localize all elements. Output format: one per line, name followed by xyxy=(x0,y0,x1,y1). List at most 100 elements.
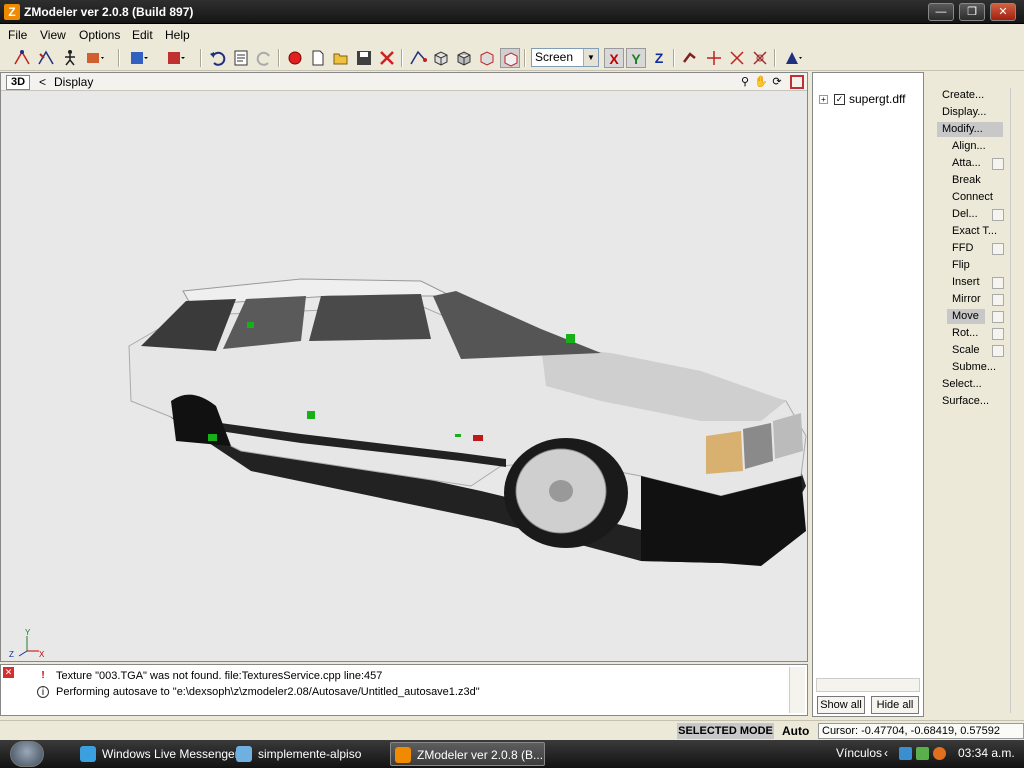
box-object-icon[interactable] xyxy=(454,48,474,68)
tray-expand-icon[interactable]: ‹ xyxy=(884,746,888,760)
log-scrollbar[interactable] xyxy=(789,667,805,713)
show-all-button[interactable]: Show all xyxy=(817,696,865,714)
lock-selection-icon[interactable] xyxy=(680,48,700,68)
cmd-scale[interactable]: Scale xyxy=(952,343,980,358)
insert-options-button[interactable] xyxy=(992,277,1004,289)
firefox-icon[interactable] xyxy=(933,747,946,760)
cmd-align[interactable]: Align... xyxy=(952,139,986,154)
visibility-checkbox[interactable]: ✓ xyxy=(834,94,845,106)
box-active-icon[interactable] xyxy=(500,48,520,68)
scale-options-button[interactable] xyxy=(992,345,1004,357)
hide-all-button[interactable]: Hide all xyxy=(871,696,919,714)
clock: 03:34 a.m. xyxy=(958,746,1015,760)
select-mode-dropdown-icon[interactable] xyxy=(84,48,104,68)
zoom-icon[interactable]: ⚲ xyxy=(738,75,752,89)
axis-z-toggle[interactable]: Z xyxy=(649,48,669,68)
gizmo-y-label: Y xyxy=(25,628,31,637)
cmd-select[interactable]: Select... xyxy=(942,377,982,392)
import-icon[interactable] xyxy=(128,48,148,68)
status-bar: SELECTED MODE Auto Cursor: -0.47704, -0.… xyxy=(0,720,1024,740)
new-file-icon[interactable] xyxy=(308,48,328,68)
viewport-mode-button[interactable]: 3D xyxy=(6,75,30,90)
export-icon[interactable] xyxy=(165,48,185,68)
coordinate-system-select[interactable]: Screen ▼ xyxy=(531,48,599,67)
cmd-surface[interactable]: Surface... xyxy=(942,394,989,409)
taskbar-zmodeler[interactable]: ZModeler ver 2.0.8 (B... xyxy=(390,742,545,766)
undo-icon[interactable] xyxy=(208,48,228,68)
box-group-icon[interactable] xyxy=(477,48,497,68)
create-vertex-icon[interactable] xyxy=(408,48,428,68)
save-file-icon[interactable] xyxy=(354,48,374,68)
tray-links-toolbar[interactable]: Vínculos xyxy=(836,746,882,760)
viewport-header: 3D < Display ⚲ ✋ ⟳ xyxy=(1,73,807,91)
scene-tree-item[interactable]: + ✓ supergt.dff xyxy=(819,92,905,106)
move-options-button[interactable] xyxy=(992,311,1004,323)
material-dropdown-icon[interactable] xyxy=(782,48,802,68)
move-gizmo-icon[interactable] xyxy=(704,48,724,68)
menu-view[interactable]: View xyxy=(40,28,66,42)
select-figure-icon[interactable] xyxy=(60,48,80,68)
menu-edit[interactable]: Edit xyxy=(132,28,153,42)
window-title: ZModeler ver 2.0.8 (Build 897) xyxy=(24,5,194,19)
scene-scrollbar[interactable] xyxy=(816,678,920,692)
ffd-options-button[interactable] xyxy=(992,243,1004,255)
cmd-ffd[interactable]: FFD xyxy=(952,241,973,256)
rotate-view-icon[interactable]: ⟳ xyxy=(770,75,784,89)
cmd-delete[interactable]: Del... xyxy=(952,207,978,222)
cmd-break[interactable]: Break xyxy=(952,173,981,188)
open-file-icon[interactable] xyxy=(331,48,351,68)
network-icon[interactable] xyxy=(899,747,912,760)
maximize-button[interactable]: ❐ xyxy=(959,3,985,21)
cmd-move[interactable]: Move xyxy=(947,309,985,324)
delete-icon[interactable] xyxy=(377,48,397,68)
delete-options-button[interactable] xyxy=(992,209,1004,221)
minimize-button[interactable]: — xyxy=(928,3,954,21)
record-icon[interactable] xyxy=(285,48,305,68)
menu-file[interactable]: File xyxy=(8,28,27,42)
cmd-mirror[interactable]: Mirror xyxy=(952,292,981,307)
axis-y-toggle[interactable]: Y xyxy=(626,48,646,68)
expand-icon[interactable]: + xyxy=(819,95,828,105)
cmd-exact-transform[interactable]: Exact T... xyxy=(952,224,997,239)
viewport-back-button[interactable]: < xyxy=(39,75,46,89)
commands-scrollbar[interactable] xyxy=(1010,88,1022,713)
cmd-insert[interactable]: Insert xyxy=(952,275,980,290)
rotate-options-button[interactable] xyxy=(992,328,1004,340)
cmd-rotate[interactable]: Rot... xyxy=(952,326,978,341)
cmd-connect[interactable]: Connect xyxy=(952,190,993,205)
axis-x-toggle[interactable]: X xyxy=(604,48,624,68)
menu-options[interactable]: Options xyxy=(79,28,120,42)
cmd-submesh[interactable]: Subme... xyxy=(952,360,996,375)
mirror-options-button[interactable] xyxy=(992,294,1004,306)
rotate-gizmo-icon[interactable] xyxy=(727,48,747,68)
cmd-flip[interactable]: Flip xyxy=(952,258,970,273)
close-button[interactable]: ✕ xyxy=(990,3,1016,21)
box-select-icon[interactable] xyxy=(431,48,451,68)
attach-options-button[interactable] xyxy=(992,158,1004,170)
taskbar-messenger[interactable]: Windows Live Messenger xyxy=(76,742,239,766)
axis-gizmo: Y Z X xyxy=(9,628,45,659)
cmd-modify[interactable]: Modify... xyxy=(937,122,1003,137)
info-icon: i xyxy=(37,686,49,698)
cmd-display[interactable]: Display... xyxy=(942,105,986,120)
close-icon[interactable]: ✕ xyxy=(3,667,14,678)
viewport-canvas[interactable]: Y Z X xyxy=(1,91,807,661)
coordinate-system-value: Screen xyxy=(535,50,574,64)
menu-help[interactable]: Help xyxy=(165,28,190,42)
cmd-create[interactable]: Create... xyxy=(942,88,984,103)
scale-gizmo-icon[interactable] xyxy=(750,48,770,68)
maximize-viewport-icon[interactable] xyxy=(790,75,804,89)
taskbar-chat[interactable]: simplemente-alpiso xyxy=(232,742,382,766)
select-edge-icon[interactable] xyxy=(36,48,56,68)
car-model[interactable] xyxy=(128,278,807,566)
start-button[interactable] xyxy=(10,741,44,767)
title-bar: Z ZModeler ver 2.0.8 (Build 897) — ❐ ✕ xyxy=(0,0,1024,24)
select-vertex-icon[interactable] xyxy=(12,48,32,68)
cmd-attach[interactable]: Atta... xyxy=(952,156,981,171)
selection-mode-badge: SELECTED MODE xyxy=(677,723,774,739)
viewport-3d[interactable]: 3D < Display ⚲ ✋ ⟳ Y Z X xyxy=(0,72,808,662)
history-icon[interactable] xyxy=(231,48,251,68)
redo-icon[interactable] xyxy=(254,48,274,68)
messenger-tray-icon[interactable] xyxy=(916,747,929,760)
pan-hand-icon[interactable]: ✋ xyxy=(754,75,768,89)
